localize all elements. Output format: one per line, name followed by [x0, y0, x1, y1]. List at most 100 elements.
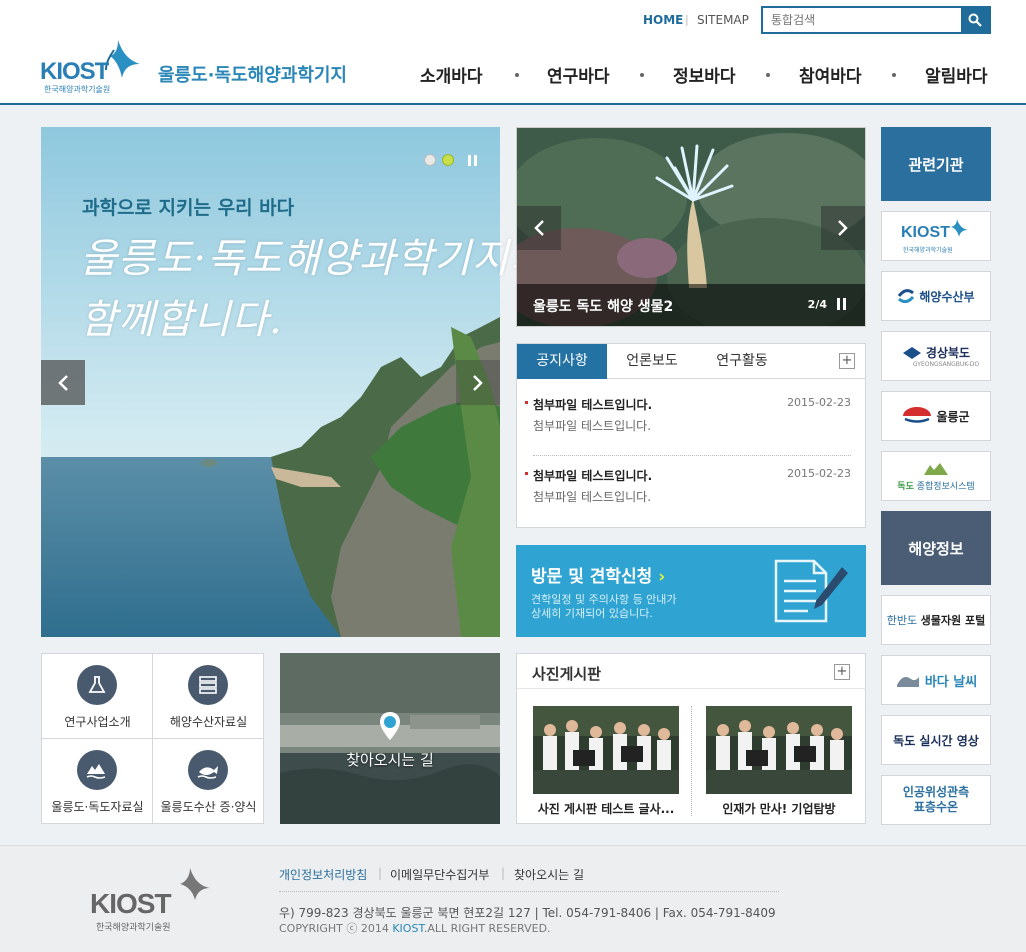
dokdo-live-link[interactable]: 독도 실시간 영상 [881, 715, 991, 765]
logo-subtext: 한국해양과학기술원 [44, 85, 111, 94]
pager-dot[interactable] [424, 154, 436, 166]
tab-press[interactable]: 언론보도 [607, 344, 697, 379]
related-dokdo-link[interactable]: 독도 종합정보시스템 [881, 451, 991, 501]
footer-divider-line [279, 891, 779, 892]
photo-caption[interactable]: 인재가 만사! 기업탐방 [706, 800, 852, 817]
quick-ocean-data[interactable]: 해양수산자료실 [153, 654, 264, 739]
notice-item[interactable]: 첨부파일 테스트입니다. 2015-02-23 첨부파일 테스트입니다. [525, 467, 851, 505]
footer-divider: | [378, 866, 383, 880]
main-visual-headline-2: 함께합니다. [80, 297, 283, 343]
main-visual-prev[interactable] [41, 360, 85, 405]
group-photo-image [533, 706, 679, 794]
visit-desc-2: 상세히 기재되어 있습니다. [531, 607, 653, 620]
pause-icon[interactable] [837, 298, 847, 310]
satellite-text: 인공위성관측 [902, 785, 970, 799]
dokdo-live-text: 독도 실시간 영상 [893, 733, 979, 748]
photo-board-title: 사진게시판 [532, 665, 602, 683]
directions-label: 찾아오시는 길 [346, 751, 434, 769]
chevron-left-icon [58, 374, 68, 391]
quick-dokdo-data[interactable]: 울릉도·독도자료실 [42, 739, 153, 824]
photo-divider [517, 688, 865, 689]
dokdo-logo-icon [924, 462, 948, 475]
search-icon [968, 13, 982, 27]
related-gyeongbuk-link[interactable]: 경상북도 GYEONGSANGBUK-DO [881, 331, 991, 381]
nav-item-intro[interactable]: 소개바다 [420, 62, 483, 87]
ulleung-logo-text: 울릉군 [936, 409, 970, 424]
ocean-bioresource-link[interactable]: 한반도 생물자원 포털 [881, 595, 991, 645]
quick-menu: 연구사업소개 해양수산자료실 울릉도·독도자료실 울릉도수산 증·양식 [41, 653, 264, 824]
dokdo-logo-prefix: 독도 [897, 481, 914, 492]
notice-item-desc: 첨부파일 테스트입니다. [533, 419, 652, 433]
bullet-icon [525, 472, 528, 475]
tab-research[interactable]: 연구활동 [697, 344, 787, 379]
main-visual-headline: 울릉도·독도해양과학기지가 [80, 236, 548, 282]
notice-item-desc: 첨부파일 테스트입니다. [533, 490, 652, 504]
chevron-left-icon [534, 220, 544, 236]
photo-thumb[interactable] [706, 706, 852, 794]
notice-item[interactable]: 첨부파일 테스트입니다. 2015-02-23 첨부파일 테스트입니다. [525, 396, 851, 434]
notice-tabs: 공지사항 언론보도 연구활동 + [517, 344, 865, 379]
footer-privacy-link[interactable]: 개인정보처리방침 [279, 866, 367, 883]
logo-text: KIOST [40, 58, 109, 85]
related-orgs-heading: 관련기관 [881, 127, 991, 201]
notice-board: 공지사항 언론보도 연구활동 + 첨부파일 테스트입니다. 2015-02-23… [516, 343, 866, 528]
visit-application-banner[interactable]: 방문 및 견학신청 › 견학일정 및 주의사항 등 안내가 상세히 기재되어 있… [516, 545, 866, 637]
util-divider: | [685, 13, 689, 26]
main-visual-next[interactable] [456, 360, 500, 405]
dokdo-logo-text: 종합정보시스템 [916, 481, 975, 492]
ulleung-logo-icon [903, 407, 932, 423]
footer-logo-subtext: 한국해양과학기술원 [96, 923, 171, 933]
related-mof-link[interactable]: 해양수산부 [881, 271, 991, 321]
kiost-logo-mark [951, 219, 968, 237]
photo-board: 사진게시판 + 사진 게시판 테스트 글사... 인재가 만사! 기업탐방 [516, 653, 866, 824]
satellite-text-2: 표층수온 [913, 800, 959, 814]
notice-more-button[interactable]: + [839, 353, 855, 369]
marine-caption-bar: 울릉도 독도 해양 생물2 2/4 [517, 284, 865, 326]
related-kiost-link[interactable]: KIOST 한국해양과학기술원 [881, 211, 991, 261]
footer-copyright: COPYRIGHT ⓒ 2014 KIOST.ALL RIGHT RESERVE… [279, 922, 551, 935]
search-input[interactable] [763, 8, 961, 32]
ocean-weather-link[interactable]: 바다 날씨 [881, 655, 991, 705]
quick-research-intro[interactable]: 연구사업소개 [42, 654, 153, 739]
mof-logo-icon [898, 289, 915, 304]
gyeongbuk-logo-text: 경상북도 [925, 346, 971, 360]
bullet-icon [525, 401, 528, 404]
pause-icon[interactable] [468, 155, 478, 166]
quick-label: 해양수산자료실 [169, 715, 248, 729]
mof-logo-text: 해양수산부 [919, 289, 975, 304]
nav-item-research[interactable]: 연구바다 [547, 62, 610, 87]
tab-notice[interactable]: 공지사항 [517, 344, 607, 379]
marine-life-slide: 울릉도 독도 해양 생물2 2/4 [516, 127, 866, 327]
footer-logo-text: KIOST [90, 888, 172, 919]
group-photo-image [706, 706, 852, 794]
footer-directions-link[interactable]: 찾아오시는 길 [514, 866, 584, 883]
quick-fishery[interactable]: 울릉도수산 증·양식 [153, 739, 264, 824]
document-pen-icon [774, 559, 848, 623]
marine-title: 울릉도 독도 해양 생물2 [533, 299, 674, 315]
footer-divider: | [501, 866, 506, 880]
quick-label: 울릉도수산 증·양식 [160, 800, 257, 814]
nav-item-participate[interactable]: 참여바다 [799, 62, 862, 87]
ocean-info-heading: 해양정보 [881, 511, 991, 585]
island-icon [77, 750, 117, 790]
gyeongbuk-logo-icon [902, 346, 921, 359]
photo-thumb[interactable] [533, 706, 679, 794]
related-ulleung-link[interactable]: 울릉군 [881, 391, 991, 441]
search-button[interactable] [961, 8, 989, 32]
nav-dot [640, 73, 644, 77]
footer-email-policy-link[interactable]: 이메일무단수집거부 [390, 866, 489, 883]
marine-prev[interactable] [517, 206, 561, 250]
directions-banner[interactable]: 찾아오시는 길 [280, 653, 500, 824]
photo-caption[interactable]: 사진 게시판 테스트 글사... [533, 800, 679, 817]
nav-item-info[interactable]: 정보바다 [673, 62, 736, 87]
nav-item-notice[interactable]: 알림바다 [925, 62, 988, 87]
pager-dot-active[interactable] [442, 154, 454, 166]
sitemap-link[interactable]: SITEMAP [697, 13, 749, 27]
home-link[interactable]: HOME [643, 13, 683, 27]
marine-counter: 2/4 [807, 298, 827, 311]
photo-more-button[interactable]: + [834, 664, 850, 680]
marine-next[interactable] [821, 206, 865, 250]
kiost-logo[interactable]: KIOST 한국해양과학기술원 [40, 38, 150, 94]
visit-title: 방문 및 견학신청 › [531, 567, 666, 587]
satellite-sst-link[interactable]: 인공위성관측 표층수온 [881, 775, 991, 825]
